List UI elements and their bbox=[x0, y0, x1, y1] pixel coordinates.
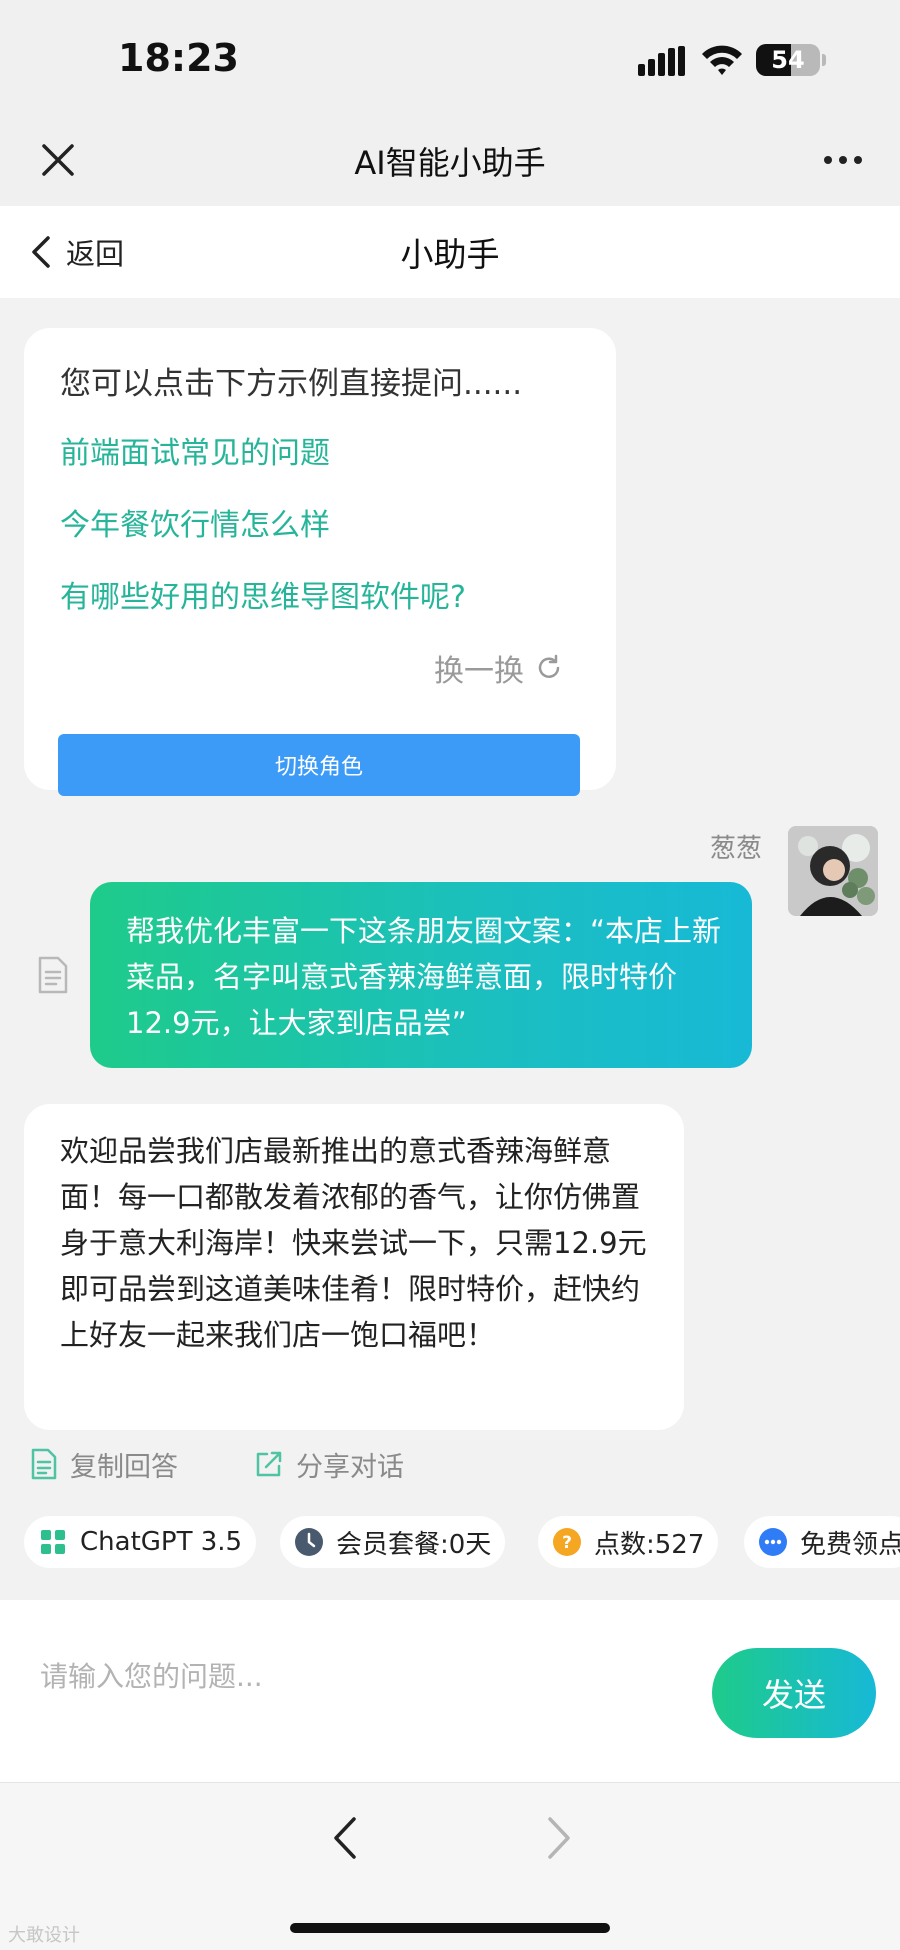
user-message-bubble: 帮我优化丰富一下这条朋友圈文案：“本店上新菜品，名字叫意式香辣海鲜意面，限时特价… bbox=[90, 882, 752, 1068]
nav-bar: 返回 小助手 bbox=[0, 206, 900, 298]
user-photo bbox=[788, 826, 878, 916]
user-name: 葱葱 bbox=[710, 834, 763, 864]
watermark: 大敢设计 bbox=[8, 1925, 80, 1946]
battery-tip bbox=[822, 54, 826, 66]
refresh-label: 换一换 bbox=[434, 654, 524, 689]
input-bar: 发送 bbox=[0, 1600, 900, 1782]
app-header: AI智能小助手 bbox=[0, 120, 900, 206]
user-message-text: 帮我优化丰富一下这条朋友圈文案：“本店上新菜品，名字叫意式香辣海鲜意面，限时特价… bbox=[126, 914, 722, 1040]
suggestion-item[interactable]: 有哪些好用的思维导图软件呢? bbox=[60, 572, 466, 616]
share-conversation-button[interactable]: 分享对话 bbox=[254, 1442, 404, 1486]
share-icon bbox=[256, 1451, 282, 1477]
clock-icon bbox=[295, 1528, 323, 1556]
suggestion-item[interactable]: 今年餐饮行情怎么样 bbox=[60, 500, 330, 544]
suggestion-intro: 您可以点击下方示例直接提问...... bbox=[60, 366, 523, 402]
free-points-chip[interactable]: 免费领点 bbox=[744, 1516, 900, 1568]
document-icon[interactable] bbox=[36, 956, 70, 994]
wifi-icon bbox=[702, 45, 742, 75]
avatar[interactable] bbox=[788, 826, 878, 916]
model-chip[interactable]: ChatGPT 3.5 bbox=[24, 1516, 257, 1568]
grid-icon bbox=[41, 1530, 65, 1554]
model-label: ChatGPT 3.5 bbox=[80, 1527, 243, 1557]
document-icon bbox=[31, 1448, 57, 1480]
more-dots-icon bbox=[759, 1528, 787, 1556]
battery-level: 54 bbox=[771, 46, 805, 74]
question-input[interactable] bbox=[40, 1646, 660, 1706]
cellular-signal-icon bbox=[638, 46, 685, 76]
membership-chip[interactable]: 会员套餐:0天 bbox=[280, 1516, 506, 1568]
chevron-left-icon bbox=[32, 236, 50, 268]
battery-icon: 54 bbox=[756, 44, 820, 76]
refresh-button[interactable]: 换一换 bbox=[434, 646, 564, 690]
points-chip[interactable]: ? 点数:527 bbox=[538, 1516, 719, 1568]
switch-role-button[interactable]: 切换角色 bbox=[58, 734, 580, 796]
more-icon[interactable] bbox=[818, 140, 868, 180]
assistant-reply-bubble: 欢迎品尝我们店最新推出的意式香辣海鲜意面！每一口都散发着浓郁的香气，让你仿佛置身… bbox=[24, 1104, 684, 1430]
chevron-left-icon[interactable] bbox=[326, 1813, 366, 1863]
points-label: 点数:527 bbox=[594, 1529, 705, 1560]
chat-area[interactable]: 您可以点击下方示例直接提问...... 前端面试常见的问题 今年餐饮行情怎么样 … bbox=[0, 298, 900, 1598]
browser-toolbar: 大敢设计 bbox=[0, 1782, 900, 1950]
back-label: 返回 bbox=[66, 237, 125, 271]
app-title: AI智能小助手 bbox=[354, 144, 546, 182]
suggestion-item[interactable]: 前端面试常见的问题 bbox=[60, 428, 330, 472]
back-button[interactable]: 返回 bbox=[28, 230, 124, 274]
chevron-right-icon[interactable] bbox=[538, 1813, 578, 1863]
status-time: 18:23 bbox=[118, 36, 239, 80]
copy-answer-label: 复制回答 bbox=[70, 1451, 178, 1483]
status-bar: 18:23 54 bbox=[0, 0, 900, 120]
question-icon: ? bbox=[553, 1528, 581, 1556]
home-indicator[interactable] bbox=[290, 1923, 610, 1933]
assistant-reply-text: 欢迎品尝我们店最新推出的意式香辣海鲜意面！每一口都散发着浓郁的香气，让你仿佛置身… bbox=[60, 1134, 647, 1352]
membership-label: 会员套餐:0天 bbox=[336, 1529, 492, 1560]
page-title: 小助手 bbox=[400, 235, 500, 274]
share-conversation-label: 分享对话 bbox=[296, 1451, 404, 1483]
send-button[interactable]: 发送 bbox=[712, 1648, 876, 1738]
suggestion-card: 您可以点击下方示例直接提问...... 前端面试常见的问题 今年餐饮行情怎么样 … bbox=[24, 328, 616, 796]
free-points-label: 免费领点 bbox=[800, 1529, 900, 1560]
svg-text:?: ? bbox=[562, 1533, 572, 1553]
refresh-icon bbox=[538, 654, 560, 678]
copy-answer-button[interactable]: 复制回答 bbox=[30, 1442, 178, 1486]
